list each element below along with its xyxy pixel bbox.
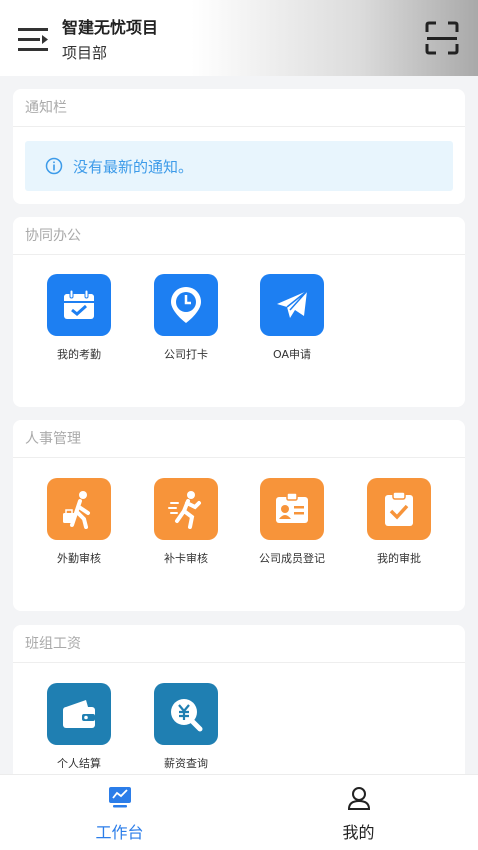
bottom-tab-bar: 工作台 我的 [0, 774, 478, 850]
org-name: 智建无忧项目 [62, 18, 159, 37]
my-approval-label: 我的审批 [377, 552, 421, 565]
attendance-tile[interactable]: 我的考勤 [24, 274, 134, 362]
clock-in-tile[interactable]: 公司打卡 [131, 274, 241, 362]
tab-workbench[interactable]: 工作台 [0, 775, 239, 850]
notice-card: 通知栏 没有最新的通知。 [13, 89, 465, 204]
tab-mine-label: 我的 [342, 823, 375, 842]
notice-message: 没有最新的通知。 [73, 157, 194, 176]
makeup-review-tile[interactable]: 补卡审核 [131, 478, 241, 566]
makeup-review-label: 补卡审核 [164, 552, 208, 565]
wallet-icon [47, 683, 111, 745]
personal-settlement-label: 个人结算 [57, 757, 101, 770]
hr-card: 人事管理 外勤审核 补卡审核 公司成员登记 我的审批 [13, 420, 465, 611]
office-card: 协同办公 我的考勤 公司打卡 OA申请 [13, 217, 465, 407]
member-register-tile[interactable]: 公司成员登记 [237, 478, 347, 566]
app-header: 智建无忧项目 项目部 [0, 0, 478, 76]
salary-card: 班组工资 个人结算 薪资查询 [13, 625, 465, 785]
field-review-tile[interactable]: 外勤审核 [24, 478, 134, 566]
hr-card-title: 人事管理 [13, 420, 465, 458]
attendance-label: 我的考勤 [57, 348, 101, 361]
notice-banner: 没有最新的通知。 [25, 141, 453, 191]
salary-query-label: 薪资查询 [164, 757, 208, 770]
tab-mine[interactable]: 我的 [239, 775, 478, 850]
notice-card-title: 通知栏 [13, 89, 465, 127]
paper-plane-icon [260, 274, 324, 336]
id-card-icon [260, 478, 324, 540]
tab-workbench-label: 工作台 [95, 823, 144, 842]
info-icon [45, 157, 63, 175]
runner-icon [154, 478, 218, 540]
menu-icon[interactable] [18, 26, 52, 54]
salary-card-title: 班组工资 [13, 625, 465, 663]
oa-apply-tile[interactable]: OA申请 [237, 274, 347, 362]
walker-bag-icon [47, 478, 111, 540]
field-review-label: 外勤审核 [57, 552, 101, 565]
office-card-title: 协同办公 [13, 217, 465, 255]
user-icon [347, 787, 370, 810]
clock-in-label: 公司打卡 [164, 348, 208, 361]
clipboard-check-icon [367, 478, 431, 540]
workbench-icon [108, 787, 131, 808]
calendar-check-icon [47, 274, 111, 336]
yuan-search-icon [154, 683, 218, 745]
my-approval-tile[interactable]: 我的审批 [344, 478, 454, 566]
salary-query-tile[interactable]: 薪资查询 [131, 683, 241, 771]
oa-apply-label: OA申请 [273, 348, 311, 361]
clock-pin-icon [154, 274, 218, 336]
personal-settlement-tile[interactable]: 个人结算 [24, 683, 134, 771]
scan-icon[interactable] [424, 20, 460, 56]
department-name: 项目部 [62, 44, 108, 62]
member-register-label: 公司成员登记 [259, 552, 325, 565]
